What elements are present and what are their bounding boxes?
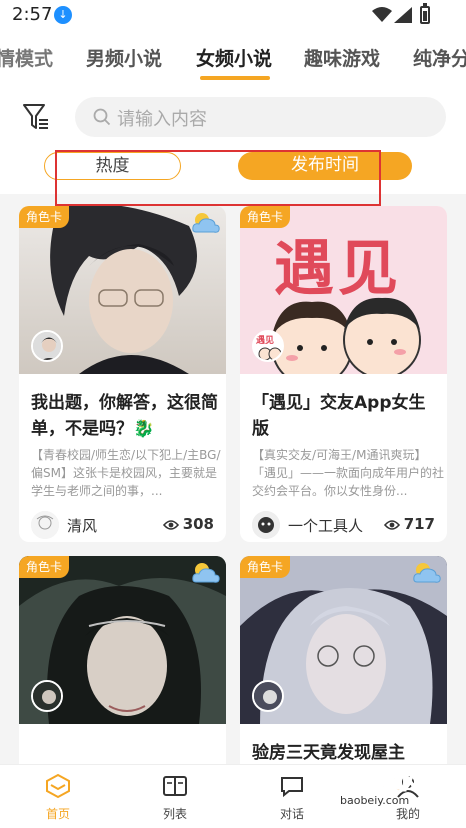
battery-icon [420,3,430,24]
search-icon [93,108,111,126]
character-avatar [31,680,63,712]
avatar-label: 遇见 [256,336,275,346]
wifi-icon [372,7,392,22]
character-avatar [31,330,63,362]
card-description: 【真实交友/可海王/M通讯爽玩】「遇见」——一款面向成年用户的社交约会平台。你以… [252,448,444,498]
author-name: 一个工具人 [288,517,364,535]
character-card[interactable]: 角色卡 [19,556,226,764]
cloud-sun-icon [192,563,220,583]
chat-icon [281,777,303,798]
character-card[interactable]: 角色卡 验房三天竟发现屋主 [240,556,447,764]
sort-by-popularity-button[interactable]: 热度 [44,152,181,180]
author-avatar [252,511,280,539]
view-count-value: 308 [182,515,214,533]
card-badge: 角色卡 [19,206,69,228]
signal-icon [394,7,412,23]
active-tab-indicator [200,76,270,80]
view-count-value: 717 [403,515,435,533]
nav-list[interactable]: 列表 [145,773,205,822]
tab-female-novel[interactable]: 女频小说 [196,44,272,71]
character-avatar [252,680,284,712]
cover-title: 遇见 [274,234,402,304]
book-icon [163,776,187,796]
nav-list-label: 列表 [162,807,187,821]
watermark: 宝贝游戏网 baobeiy.com [310,764,450,816]
sort-by-time-button[interactable]: 发布时间 [238,152,412,180]
tab-mode[interactable]: 情模式 [0,44,53,71]
view-count: 717 [383,515,435,533]
character-card[interactable]: 角色卡 我出题，你解答，这很简单，不是吗？🐉 【青春校园/师生恋/以下犯上/主B… [19,206,226,542]
watermark-text: 宝贝游戏网 [313,770,425,796]
tab-fun-games[interactable]: 趣味游戏 [304,44,380,71]
card-badge: 角色卡 [240,556,290,578]
card-description: 【青春校园/师生恋/以下犯上/主BG/偏SM】这张卡是校园风，主要就是学生与老师… [31,448,221,498]
card-title: 我出题，你解答，这很简单，不是吗？🐉 [31,393,218,439]
eye-icon [162,519,179,530]
search-input[interactable]: 请输入内容 [75,97,446,137]
tab-pure[interactable]: 纯净分 [413,44,466,71]
card-badge: 角色卡 [19,556,69,578]
filter-icon[interactable] [22,102,50,132]
search-row: 请输入内容 [0,82,466,152]
status-time: 2:57 [12,4,53,25]
search-placeholder: 请输入内容 [117,109,207,130]
home-icon [46,773,70,799]
card-grid: 角色卡 我出题，你解答，这很简单，不是吗？🐉 【青春校园/师生恋/以下犯上/主B… [0,194,466,764]
cloud-sun-icon [192,213,220,233]
watermark-url: baobeiy.com [340,794,410,807]
card-title: 「遇见」交友App女生版 [252,393,426,439]
author-avatar [31,511,59,539]
sort-row: 热度 发布时间 [0,152,466,194]
character-avatar: 遇见 [252,330,284,362]
card-title: 验房三天竟发现屋主 [252,743,405,763]
character-card[interactable]: 角色卡 遇见 遇见 「遇见」交友App女生版 【真实交友/可海王/M通讯爽玩】「… [240,206,447,542]
cloud-sun-icon [413,563,441,583]
category-tabs: 情模式 男频小说 女频小说 趣味游戏 纯净分 [0,32,466,82]
download-icon: ↓ [54,6,72,24]
tab-male-novel[interactable]: 男频小说 [86,44,162,71]
view-count: 308 [162,515,214,533]
status-bar: 2:57 ↓ [0,0,466,32]
nav-home-label: 首页 [45,807,70,821]
nav-home[interactable]: 首页 [28,773,88,822]
author-name: 清风 [67,517,98,535]
eye-icon [383,519,400,530]
